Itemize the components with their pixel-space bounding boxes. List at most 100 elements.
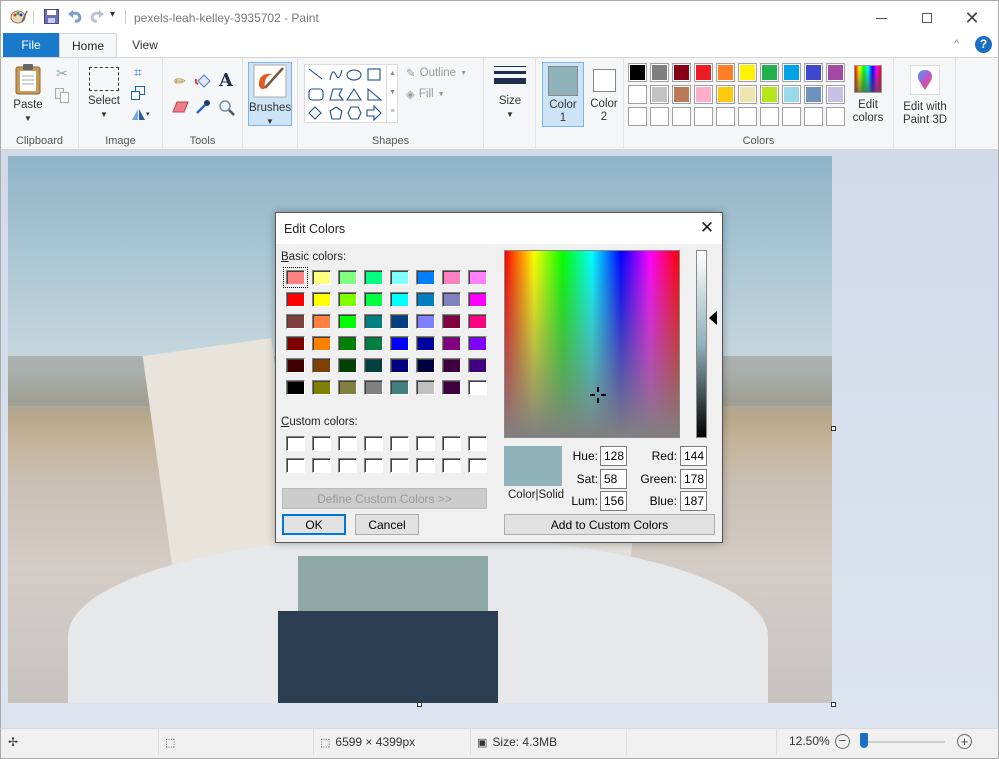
basic-color-swatch[interactable] bbox=[283, 267, 308, 288]
basic-color-swatch[interactable] bbox=[416, 292, 435, 307]
basic-color-swatch[interactable] bbox=[338, 380, 357, 395]
rotate-icon[interactable]: ▾ bbox=[129, 105, 153, 123]
basic-color-swatch[interactable] bbox=[468, 358, 487, 373]
palette-swatch[interactable] bbox=[826, 85, 845, 104]
basic-color-swatch[interactable] bbox=[364, 380, 383, 395]
custom-color-swatch[interactable] bbox=[286, 436, 305, 451]
basic-color-swatch[interactable] bbox=[416, 358, 435, 373]
zoom-slider-thumb[interactable] bbox=[860, 733, 868, 748]
palette-swatch[interactable] bbox=[782, 107, 801, 126]
basic-color-swatch[interactable] bbox=[338, 336, 357, 351]
maximize-button[interactable] bbox=[904, 5, 950, 31]
basic-color-swatch[interactable] bbox=[390, 270, 409, 285]
basic-color-swatch[interactable] bbox=[286, 336, 305, 351]
custom-color-swatch[interactable] bbox=[312, 436, 331, 451]
shapes-scroll[interactable]: ▲ ▼ ≡ bbox=[386, 64, 398, 123]
paint-palette-icon[interactable] bbox=[10, 9, 28, 25]
spectrum-crosshair[interactable] bbox=[590, 387, 606, 403]
red-input[interactable]: 144 bbox=[680, 446, 707, 466]
zoom-out-button[interactable]: − bbox=[835, 734, 850, 749]
color-spectrum[interactable] bbox=[504, 250, 680, 438]
custom-color-swatch[interactable] bbox=[338, 436, 357, 451]
basic-color-swatch[interactable] bbox=[390, 336, 409, 351]
crop-icon[interactable]: ⌗ bbox=[129, 63, 147, 81]
palette-swatch[interactable] bbox=[804, 85, 823, 104]
color-picker-icon[interactable] bbox=[192, 97, 214, 117]
select-button[interactable]: Select ▼ bbox=[85, 62, 123, 126]
custom-color-swatch[interactable] bbox=[442, 436, 461, 451]
tab-file[interactable]: File bbox=[3, 33, 59, 57]
color1-button[interactable]: Color 1 bbox=[542, 62, 584, 127]
tab-home[interactable]: Home bbox=[59, 33, 117, 58]
basic-color-swatch[interactable] bbox=[442, 292, 461, 307]
cancel-button[interactable]: Cancel bbox=[355, 514, 419, 535]
palette-swatch[interactable] bbox=[782, 85, 801, 104]
palette-swatch[interactable] bbox=[628, 85, 647, 104]
palette-swatch[interactable] bbox=[760, 85, 779, 104]
custom-color-swatch[interactable] bbox=[468, 436, 487, 451]
basic-color-swatch[interactable] bbox=[442, 270, 461, 285]
pencil-icon[interactable]: ✏ bbox=[169, 71, 191, 91]
close-button[interactable]: ✕ bbox=[949, 5, 995, 31]
basic-color-swatch[interactable] bbox=[338, 270, 357, 285]
sat-input[interactable]: 58 bbox=[600, 469, 627, 489]
custom-color-swatch[interactable] bbox=[390, 458, 409, 473]
resize-handle-right[interactable] bbox=[831, 426, 836, 431]
lum-input[interactable]: 156 bbox=[600, 491, 627, 511]
palette-swatch[interactable] bbox=[650, 107, 669, 126]
magnifier-icon[interactable] bbox=[215, 97, 237, 117]
palette-swatch[interactable] bbox=[804, 63, 823, 82]
dialog-close-button[interactable]: ✕ bbox=[694, 216, 720, 240]
basic-color-swatch[interactable] bbox=[312, 380, 331, 395]
text-icon[interactable]: A bbox=[215, 69, 237, 91]
basic-color-swatch[interactable] bbox=[312, 270, 331, 285]
customize-quick-access-icon[interactable]: ▾ bbox=[110, 9, 115, 20]
palette-swatch[interactable] bbox=[826, 107, 845, 126]
brushes-button[interactable]: Brushes ▼ bbox=[248, 62, 292, 126]
basic-color-swatch[interactable] bbox=[416, 336, 435, 351]
eraser-icon[interactable] bbox=[169, 97, 191, 117]
palette-swatch[interactable] bbox=[694, 107, 713, 126]
palette-swatch[interactable] bbox=[716, 107, 735, 126]
luminance-bar[interactable] bbox=[696, 250, 707, 438]
zoom-in-button[interactable]: + bbox=[957, 734, 972, 749]
basic-color-swatch[interactable] bbox=[364, 358, 383, 373]
basic-color-swatch[interactable] bbox=[390, 380, 409, 395]
save-icon[interactable] bbox=[44, 9, 59, 24]
zoom-slider[interactable] bbox=[863, 741, 945, 743]
basic-color-swatch[interactable] bbox=[338, 314, 357, 329]
basic-color-swatch[interactable] bbox=[468, 380, 487, 395]
fill-bucket-icon[interactable] bbox=[192, 71, 214, 91]
basic-color-swatch[interactable] bbox=[312, 336, 331, 351]
palette-swatch[interactable] bbox=[738, 85, 757, 104]
undo-icon[interactable] bbox=[67, 9, 83, 23]
hue-input[interactable]: 128 bbox=[600, 446, 627, 466]
palette-swatch[interactable] bbox=[760, 107, 779, 126]
color2-button[interactable]: Color 2 bbox=[586, 62, 622, 127]
basic-color-swatch[interactable] bbox=[416, 314, 435, 329]
help-icon[interactable]: ? bbox=[975, 36, 992, 53]
custom-color-swatch[interactable] bbox=[312, 458, 331, 473]
basic-color-swatch[interactable] bbox=[286, 380, 305, 395]
palette-swatch[interactable] bbox=[738, 107, 757, 126]
custom-color-swatch[interactable] bbox=[442, 458, 461, 473]
palette-swatch[interactable] bbox=[650, 63, 669, 82]
palette-swatch[interactable] bbox=[694, 85, 713, 104]
basic-color-swatch[interactable] bbox=[468, 314, 487, 329]
basic-color-swatch[interactable] bbox=[286, 358, 305, 373]
basic-color-swatch[interactable] bbox=[312, 314, 331, 329]
basic-color-swatch[interactable] bbox=[312, 292, 331, 307]
basic-color-swatch[interactable] bbox=[364, 270, 383, 285]
basic-color-swatch[interactable] bbox=[338, 292, 357, 307]
custom-color-swatch[interactable] bbox=[364, 436, 383, 451]
palette-swatch[interactable] bbox=[716, 63, 735, 82]
custom-color-swatch[interactable] bbox=[286, 458, 305, 473]
resize-icon[interactable] bbox=[129, 84, 147, 102]
blue-input[interactable]: 187 bbox=[680, 491, 707, 511]
edit-colors-button[interactable]: Edit colors bbox=[846, 62, 890, 126]
basic-color-swatch[interactable] bbox=[390, 358, 409, 373]
tab-view[interactable]: View bbox=[119, 33, 171, 57]
palette-swatch[interactable] bbox=[672, 85, 691, 104]
basic-color-swatch[interactable] bbox=[442, 380, 461, 395]
add-to-custom-colors-button[interactable]: Add to Custom Colors bbox=[504, 514, 715, 535]
